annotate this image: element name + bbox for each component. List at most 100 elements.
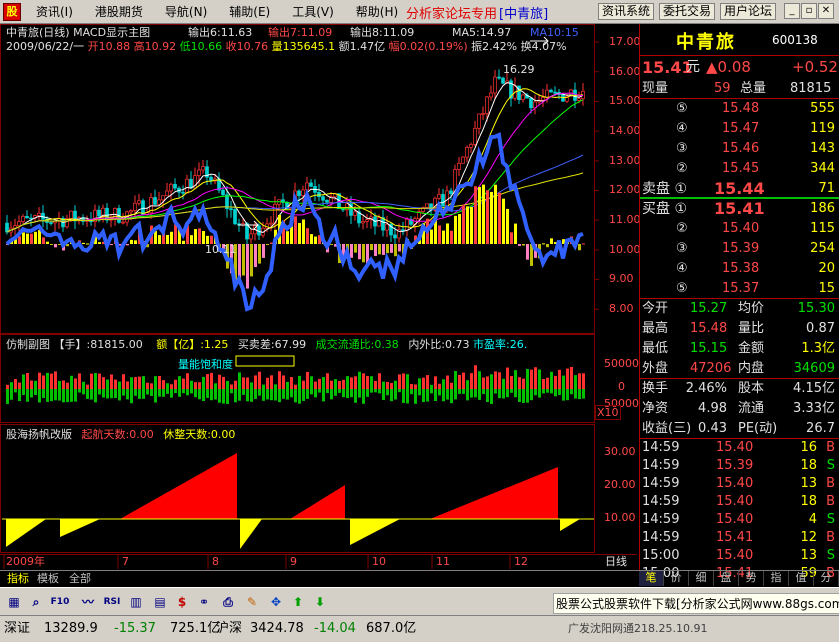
qtab-price[interactable]: 价 [664,571,689,586]
ask-price[interactable]: 15.44 [714,179,765,199]
menu-tools[interactable]: 工具(V) [281,3,345,20]
volume-neg-bar [390,389,393,402]
chart-area[interactable]: 中青旅(日线) MACD显示主图 输出6:11.63 输出7:11.09 输出8… [0,24,641,570]
grid-icon[interactable]: ▤ [150,592,170,612]
volume-bar [134,377,137,389]
f10-icon[interactable]: F10 [50,592,70,612]
tick-list[interactable]: 14:59 15.40 16 B 14:59 15.39 18 S 14:59 15… [640,439,839,583]
tab-indicator[interactable]: 指标 [4,572,32,585]
bid-price[interactable]: 15.40 [722,219,759,239]
trend-icon[interactable]: 〰 [78,592,98,612]
forum-button[interactable]: 用户论坛 [720,3,777,20]
stat-label: 内盘 [738,361,765,376]
ask-price[interactable]: 15.46 [722,139,759,159]
print-icon[interactable]: ⎙ [218,592,238,612]
qtab-trades[interactable]: 笔 [639,571,664,586]
volume-bar [202,376,205,389]
volume-bar [362,373,365,389]
volume-neg-bar [430,389,433,394]
macd-bar [310,234,313,244]
bid-price[interactable]: 15.41 [714,199,765,219]
volume-neg-bar [362,389,365,404]
tab-template[interactable]: 模板 [34,572,62,585]
volume-bar [290,377,293,389]
bid-price[interactable]: 15.37 [722,279,759,299]
volume-neg-bar [250,389,253,402]
volume-neg-bar [78,389,81,393]
volume-bar [450,382,453,389]
minimize-icon[interactable]: _ [784,3,800,19]
chart-icon[interactable]: ▦ [4,592,24,612]
arrow-down-icon[interactable]: ⬇ [310,592,330,612]
tick-row[interactable]: 15:00 15.40 13 S [640,547,839,565]
macd-bar [502,198,505,244]
ask-price[interactable]: 15.47 [722,119,759,139]
saturation-box [235,355,295,367]
candle-body [465,147,469,158]
menu-navigate[interactable]: 导航(N) [154,3,218,20]
tick-row[interactable]: 14:59 15.40 16 B [640,439,839,457]
zoom-icon[interactable]: ⌕ [26,592,46,612]
menu-hk-futures[interactable]: 港股期货 [84,3,154,20]
arrow-up-icon[interactable]: ⬆ [288,592,308,612]
rsi-icon[interactable]: RSI [102,592,122,612]
volume-bar [526,368,529,389]
tick-row[interactable]: 14:59 15.41 12 B [640,529,839,547]
advert-text[interactable]: 股票公式股票软件下载[分析家公式网www.88gs.com] [553,593,839,614]
qtab-trend[interactable]: 势 [739,571,764,586]
volume-bar [38,372,41,389]
trade-button[interactable]: 委托交易 [659,3,716,20]
menu-info[interactable]: 资讯(I) [25,3,84,20]
menu-assist[interactable]: 辅助(E) [218,3,281,20]
macd-bar [482,184,485,244]
qtab-index[interactable]: 指 [764,571,789,586]
volume-bar [266,377,269,389]
menu-help[interactable]: 帮助(H) [345,3,409,20]
info-amt: 额1.47亿 [338,40,386,53]
qtab-value[interactable]: 值 [789,571,814,586]
info-system-button[interactable]: 资讯系统 [598,3,655,20]
pen-icon[interactable]: ✎ [242,592,262,612]
link-icon[interactable]: ⚭ [194,592,214,612]
sail-rest-area [6,519,46,547]
volume-bar [198,382,201,389]
volume-bar [562,375,565,389]
kline-chart[interactable] [0,24,637,570]
qtab-book[interactable]: 盘 [714,571,739,586]
volume-bar [66,382,69,389]
candle-icon[interactable]: ▥ [126,592,146,612]
volume-bar [18,382,21,389]
macd-bar [302,219,305,244]
sail-up-area [290,485,345,519]
ask-price[interactable]: 15.48 [722,99,759,119]
volume-bar [94,373,97,389]
tick-row[interactable]: 14:59 15.40 4 S [640,511,839,529]
stat-value: 0.87 [806,321,835,336]
move-icon[interactable]: ✥ [266,592,286,612]
qtab-minute[interactable]: 分 [814,571,839,586]
tick-row[interactable]: 14:59 15.39 18 S [640,457,839,475]
stat2-row: 净资 4.98 流通 3.33亿 [640,399,839,419]
tab-all[interactable]: 全部 [66,572,94,585]
volume-neg-bar [566,389,569,401]
bid-price[interactable]: 15.38 [722,259,759,279]
money-icon[interactable]: $ [172,592,192,612]
macd-bar [250,244,253,277]
tick-vol: 12 [800,530,817,545]
macd-bar [546,244,549,248]
info-high: 高10.92 [133,40,177,53]
qtab-detail[interactable]: 细 [689,571,714,586]
volume-neg-bar [226,389,229,404]
tick-row[interactable]: 14:59 15.40 13 B [640,475,839,493]
app-logo-icon[interactable]: 股 [3,2,21,21]
bid-price[interactable]: 15.39 [722,239,759,259]
macd-bar [358,244,361,260]
volume-neg-bar [558,389,561,395]
now-vol-label: 现量 [642,81,669,96]
bid-row: ② 15.40 115 [640,219,839,239]
period-label[interactable]: 日线 [605,555,627,568]
ask-price[interactable]: 15.45 [722,159,759,179]
tick-row[interactable]: 14:59 15.40 18 B [640,493,839,511]
close-icon[interactable]: ✕ [818,3,834,19]
restore-icon[interactable]: ▫ [801,3,817,19]
